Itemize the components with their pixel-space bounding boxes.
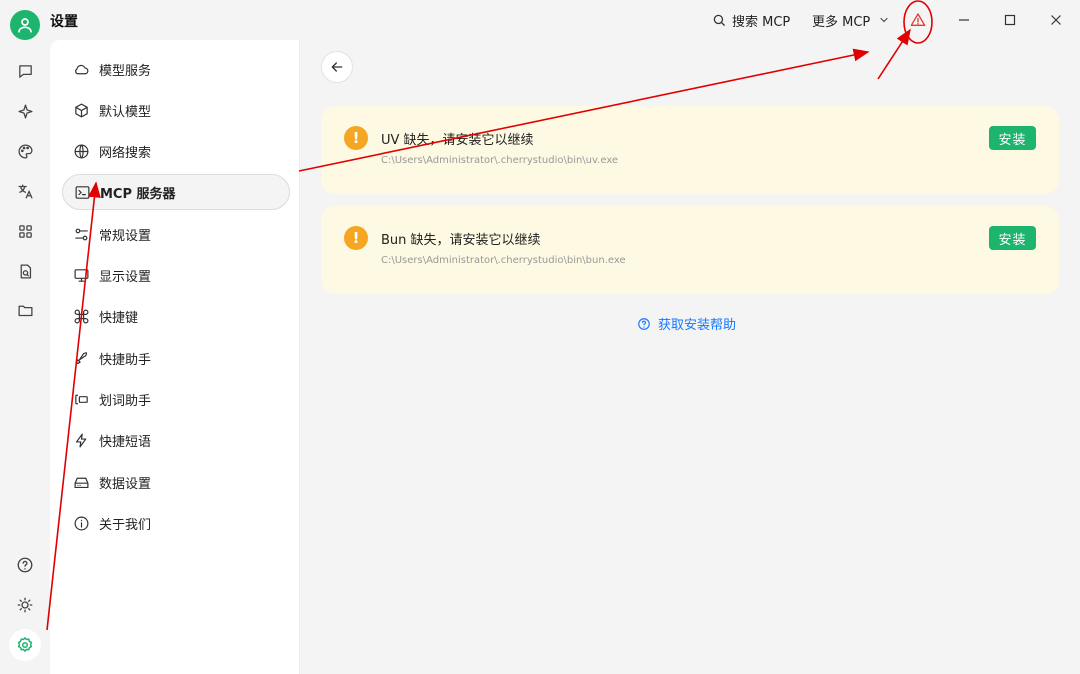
rail-knowledge-button[interactable]: [9, 255, 41, 287]
maximize-button[interactable]: [998, 8, 1022, 32]
icon-rail: [0, 40, 50, 674]
apps-grid-icon: [18, 224, 32, 238]
rail-translate-button[interactable]: [9, 175, 41, 207]
missing-dependency-card: ! Bun 缺失，请安装它以继续 C:\Users\Administrator\…: [321, 206, 1059, 294]
nav-item-label: 常规设置: [99, 228, 152, 244]
search-mcp-label: 搜索 MCP: [732, 14, 791, 30]
rail-apps-button[interactable]: [9, 215, 41, 247]
nav-item-quick-assistant[interactable]: 快捷助手: [62, 340, 290, 376]
cloud-icon: [72, 60, 90, 78]
nav-item-label: 快捷短语: [99, 434, 152, 450]
nav-item-label: 网络搜索: [99, 145, 152, 161]
nav-item-label: 划词助手: [99, 393, 152, 409]
nav-item-label: MCP 服务器: [100, 186, 176, 202]
install-help-label: 获取安装帮助: [658, 318, 737, 333]
install-help-link[interactable]: 获取安装帮助: [637, 314, 736, 333]
more-mcp-label: 更多 MCP: [812, 14, 871, 30]
chat-icon: [18, 64, 32, 78]
rail-assistant-button[interactable]: [9, 95, 41, 127]
nav-item-selection-assistant[interactable]: 划词助手: [62, 381, 290, 417]
rail-files-button[interactable]: [9, 294, 41, 326]
warning-button[interactable]: [906, 8, 930, 32]
theme-icon: [17, 597, 33, 613]
rocket-icon: [72, 349, 90, 367]
nav-item-label: 快捷键: [99, 310, 139, 326]
nav-item-model-service[interactable]: 模型服务: [62, 51, 290, 87]
minimize-button[interactable]: [952, 8, 976, 32]
command-icon: [72, 307, 90, 325]
nav-item-quick-phrases[interactable]: 快捷短语: [62, 422, 290, 458]
minimize-icon: [959, 19, 969, 21]
document-search-icon: [20, 263, 31, 279]
sliders-icon: [72, 225, 90, 243]
exclamation-icon: !: [344, 126, 368, 150]
settings-nav: 模型服务 默认模型 网络搜索 MCP 服务器 常规设置 显示设置 快捷键 快捷助…: [50, 40, 300, 674]
arrow-left-icon: [331, 62, 343, 72]
nav-item-web-search[interactable]: 网络搜索: [62, 133, 290, 169]
nav-item-shortcuts[interactable]: 快捷键: [62, 298, 290, 334]
main-content: ! UV 缺失，请安装它以继续 C:\Users\Administrator\.…: [301, 40, 1080, 674]
nav-item-mcp-servers[interactable]: MCP 服务器: [62, 174, 290, 210]
install-button[interactable]: 安装: [989, 226, 1036, 250]
rail-theme-button[interactable]: [9, 589, 41, 621]
avatar[interactable]: [10, 10, 40, 40]
install-button[interactable]: 安装: [989, 126, 1036, 150]
info-icon: [72, 514, 90, 532]
nav-item-label: 显示设置: [99, 269, 152, 285]
rail-chat-button[interactable]: [9, 55, 41, 87]
settings-icon: [17, 637, 33, 652]
missing-dependency-card: ! UV 缺失，请安装它以继续 C:\Users\Administrator\.…: [321, 106, 1059, 194]
sparkle-icon: [17, 103, 33, 119]
card-path: C:\Users\Administrator\.cherrystudio\bin…: [381, 255, 626, 266]
back-button[interactable]: [321, 51, 353, 83]
exclamation-icon: !: [344, 226, 368, 250]
more-mcp-dropdown[interactable]: 更多 MCP: [812, 10, 890, 30]
chevron-down-icon: [880, 17, 888, 23]
rail-settings-button[interactable]: [9, 629, 41, 661]
card-title: Bun 缺失，请安装它以继续: [381, 233, 541, 248]
folder-icon: [17, 305, 33, 316]
nav-item-default-model[interactable]: 默认模型: [62, 92, 290, 128]
nav-item-about-us[interactable]: 关于我们: [62, 505, 290, 541]
help-icon: [17, 557, 33, 573]
terminal-icon: [73, 183, 91, 201]
help-circle-icon: [638, 317, 650, 330]
nav-item-data-settings[interactable]: 数据设置: [62, 464, 290, 500]
close-button[interactable]: [1044, 8, 1068, 32]
rail-paint-button[interactable]: [9, 135, 41, 167]
user-icon: [18, 18, 32, 33]
nav-item-label: 快捷助手: [99, 352, 152, 368]
nav-item-label: 数据设置: [99, 476, 152, 492]
rail-help-button[interactable]: [9, 549, 41, 581]
search-icon: [713, 14, 725, 26]
monitor-icon: [72, 266, 90, 284]
translate-icon: [17, 183, 33, 199]
globe-icon: [72, 142, 90, 160]
cube-icon: [72, 101, 90, 119]
maximize-icon: [1004, 14, 1016, 26]
nav-item-label: 模型服务: [99, 63, 152, 79]
zap-icon: [72, 431, 90, 449]
search-mcp-button[interactable]: 搜索 MCP: [712, 10, 790, 30]
text-select-icon: [72, 390, 90, 408]
card-title: UV 缺失，请安装它以继续: [381, 133, 534, 148]
nav-item-general-settings[interactable]: 常规设置: [62, 216, 290, 252]
palette-icon: [17, 143, 33, 159]
title-bar: 设置 搜索 MCP 更多 MCP: [0, 0, 1080, 40]
page-title: 设置: [50, 14, 78, 30]
card-path: C:\Users\Administrator\.cherrystudio\bin…: [381, 155, 619, 166]
nav-item-display-settings[interactable]: 显示设置: [62, 257, 290, 293]
hard-drive-icon: [72, 473, 90, 491]
nav-item-label: 默认模型: [99, 104, 152, 120]
close-icon: [1051, 15, 1061, 25]
warning-triangle-icon: [910, 13, 926, 26]
nav-item-label: 关于我们: [99, 517, 152, 533]
